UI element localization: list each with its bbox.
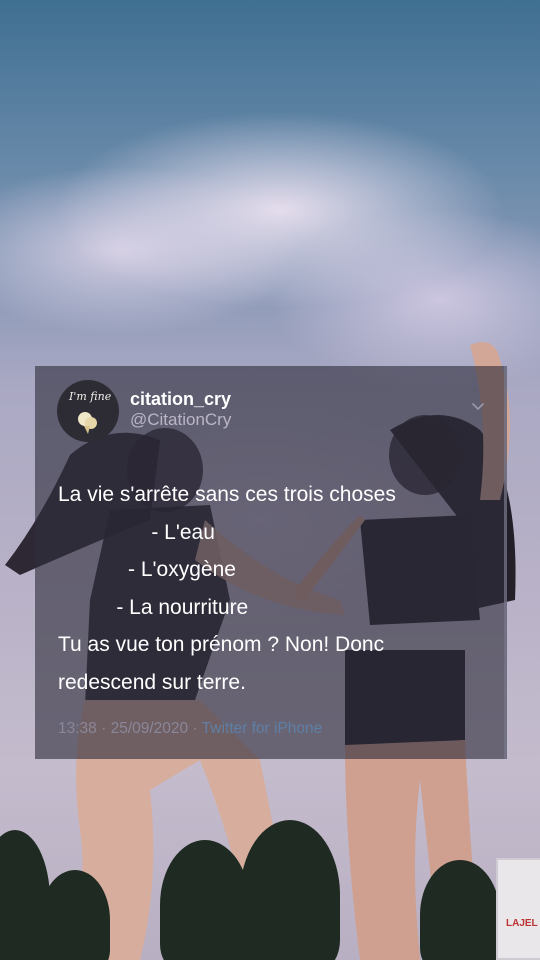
chevron-down-icon[interactable] (470, 398, 486, 414)
billboard-text: LAJEL (506, 918, 538, 929)
billboard: LAJEL (496, 858, 540, 960)
tweet-line: La vie s'arrête sans ces trois choses (58, 483, 396, 506)
tweet-header: I'm fine citation_cry @CitationCry (57, 380, 490, 442)
avatar-image (78, 412, 97, 434)
avatar[interactable]: I'm fine (57, 380, 119, 442)
video-frame: LAJEL I'm fine citation_cry @CitationCry… (0, 0, 540, 960)
meta-separator: · (188, 720, 202, 737)
tweet-source-link[interactable]: Twitter for iPhone (202, 720, 323, 737)
tweet-time[interactable]: 13:38 (58, 720, 97, 737)
tweet-line: - L'oxygène (58, 558, 236, 581)
tweet-line: Tu as vue ton prénom ? Non! Donc (58, 633, 385, 656)
meta-separator: · (96, 720, 111, 737)
user-block[interactable]: citation_cry @CitationCry (130, 389, 231, 431)
tweet-line: redescend sur terre. (58, 670, 246, 694)
user-handle[interactable]: @CitationCry (130, 409, 231, 431)
tweet-text: La vie s'arrête sans ces trois choses - … (58, 476, 498, 701)
trees-silhouette (0, 820, 540, 960)
avatar-text: I'm fine (69, 390, 112, 403)
tweet-date[interactable]: 25/09/2020 (111, 720, 189, 737)
tweet-card[interactable]: I'm fine citation_cry @CitationCry La vi… (35, 366, 507, 759)
tweet-line: - La nourriture (58, 595, 249, 619)
tweet-line: - L'eau (58, 520, 215, 544)
display-name[interactable]: citation_cry (130, 389, 231, 409)
tweet-meta: 13:38 · 25/09/2020 · Twitter for iPhone (58, 720, 322, 738)
